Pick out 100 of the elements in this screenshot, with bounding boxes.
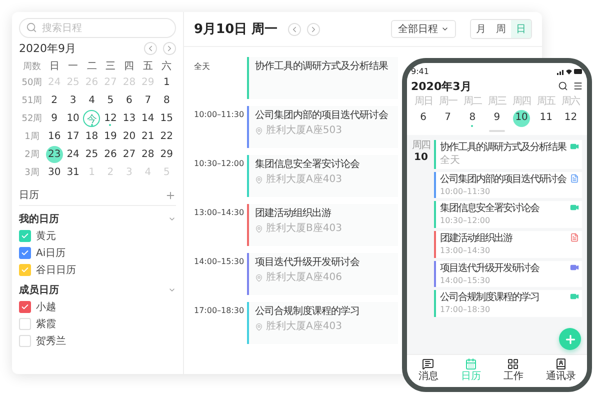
phone-day[interactable]: 12 (562, 110, 580, 127)
phone-event-card[interactable]: 项目迭代升级开发研讨会 14:00–15:30 (434, 260, 582, 288)
video-icon (570, 142, 579, 151)
search-icon[interactable] (558, 81, 568, 92)
calendar-day[interactable]: 19 (102, 128, 119, 145)
phone-event-card[interactable]: 团建活动组织出游 13:00–14:30 (434, 230, 582, 258)
agenda-weekday: 周四 (412, 140, 430, 152)
calendar-day[interactable]: 23 (46, 146, 63, 163)
event-card[interactable]: 协作工具的调研方式及分析结果 (247, 57, 398, 99)
phone-day[interactable]: 6 (414, 110, 432, 127)
calendar-day[interactable]: 13 (120, 110, 138, 127)
calendar-day[interactable]: 8 (158, 92, 176, 109)
next-month-button[interactable] (163, 42, 176, 55)
calendar-day[interactable]: 21 (139, 128, 156, 145)
grid-icon (507, 358, 520, 370)
check-icon (21, 249, 29, 257)
menu-icon[interactable] (573, 81, 583, 92)
weekday-label: 六 (162, 60, 172, 73)
section-title: 成员日历 (19, 284, 59, 297)
calendar-icon (464, 358, 477, 370)
search-field[interactable]: 搜索日程 (19, 18, 176, 38)
phone-day[interactable]: 8 (464, 110, 481, 127)
event-card[interactable]: 团建活动组织出游 胜利大厦B座403 (247, 204, 398, 246)
video-icon (570, 292, 579, 302)
tab-bar-item[interactable]: 工作 (503, 358, 524, 383)
phone-event-card[interactable]: 协作工具的调研方式及分析结果 全天 (434, 140, 582, 169)
event-title: 协作工具的调研方式及分析结果 (255, 61, 389, 73)
previous-month-button[interactable] (144, 42, 157, 55)
phone-day[interactable]: 10 (513, 110, 530, 127)
calendar-day[interactable]: 7 (139, 92, 156, 109)
calendar-name: 小越 (36, 300, 56, 314)
calendar-day[interactable]: 29 (158, 146, 176, 163)
filter-dropdown[interactable]: 全部日程 (391, 20, 456, 38)
section-title: 我的日历 (19, 212, 59, 226)
collapse-caret-icon[interactable] (168, 286, 176, 294)
calendar-day[interactable]: 30 (46, 164, 63, 181)
weekday-label: 五 (142, 60, 153, 73)
message-icon (422, 358, 434, 370)
week-number: 51周 (22, 95, 42, 107)
calendar-day[interactable]: 16 (46, 128, 63, 145)
calendar-day[interactable]: 2 (46, 92, 63, 109)
event-time: 全天 (440, 154, 461, 167)
calendar-day[interactable]: 27 (120, 146, 138, 163)
previous-day-button[interactable] (288, 22, 301, 36)
event-card[interactable]: 集团信息安全署安讨论会 胜利大厦A座403 (247, 155, 398, 197)
calendar-name: 贺秀兰 (36, 334, 66, 348)
event-location: 胜利大厦A座503 (266, 125, 342, 137)
event-time: 10:30–12:00 (440, 216, 492, 226)
calendar-day[interactable]: 3 (64, 92, 82, 109)
phone-event-card[interactable]: 公司合规制度课程的学习 17:00–18:30 (434, 290, 582, 317)
phone-event-card[interactable]: 公司集团内部的项目迭代研讨会 10:00–11:30 (434, 172, 582, 198)
calendar-day[interactable]: 15 (158, 110, 176, 127)
calendar-day[interactable]: 12 (102, 110, 119, 127)
date-title: 9月10日 周一 (194, 21, 278, 38)
calendar-day[interactable]: 20 (120, 128, 138, 145)
status-icons (557, 68, 583, 76)
phone-day[interactable]: 9 (488, 110, 506, 127)
collapse-caret-icon[interactable] (168, 215, 176, 223)
calendar-day[interactable]: 24 (64, 146, 82, 163)
calendar-day[interactable]: 9 (46, 110, 63, 127)
calendar-checkbox[interactable] (19, 230, 31, 242)
weekday-label: 二 (86, 60, 97, 73)
weekday-label: 周日 (414, 96, 432, 108)
tab-bar-item[interactable]: 通讯录 (546, 358, 576, 383)
tab-bar-item[interactable]: 消息 (418, 358, 438, 383)
video-icon (570, 203, 579, 212)
event-title: 公司合规制度课程的学习 (255, 306, 360, 318)
check-icon (21, 266, 29, 274)
calendar-checkbox[interactable] (19, 301, 31, 313)
location-pin-icon (255, 225, 263, 233)
calendar-day[interactable]: 31 (64, 164, 82, 181)
calendar-day[interactable]: 17 (64, 128, 82, 145)
add-button[interactable] (559, 328, 581, 350)
calendar-checkbox[interactable] (19, 264, 31, 276)
event-card[interactable]: 公司集团内部的项目迭代研讨会 胜利大厦A座503 (247, 106, 398, 148)
calendar-day[interactable]: 4 (83, 92, 100, 109)
calendar-name: 谷日日历 (36, 264, 76, 277)
calendar-day[interactable]: 6 (120, 92, 138, 109)
calendar-day[interactable]: 22 (158, 128, 176, 145)
event-card[interactable]: 公司合规制度课程的学习 胜利大厦A座403 (247, 302, 398, 344)
phone-day[interactable]: 11 (538, 110, 555, 127)
calendar-day[interactable]: 14 (139, 110, 156, 127)
calendar-day[interactable]: 1 (158, 74, 176, 91)
calendar-day[interactable]: 28 (139, 146, 156, 163)
calendar-checkbox[interactable] (19, 247, 31, 259)
calendar-day[interactable]: 18 (83, 128, 100, 145)
calendar-day[interactable]: 10 (64, 110, 82, 127)
week-number: 50周 (22, 77, 42, 89)
document-icon (570, 174, 579, 183)
calendar-day[interactable]: 5 (102, 92, 119, 109)
event-time: 14:00–15:30 (194, 256, 242, 268)
calendar-day[interactable]: 26 (102, 146, 119, 163)
next-day-button[interactable] (306, 22, 320, 36)
phone-day[interactable]: 7 (439, 110, 456, 127)
phone-event-card[interactable]: 集团信息安全署安讨论会 10:30–12:00 (434, 201, 582, 228)
add-icon[interactable] (165, 190, 176, 200)
event-card[interactable]: 项目迭代升级开发研讨会 胜利大厦A座406 (247, 253, 398, 295)
phone-month-title: 2020年3月 (411, 80, 472, 93)
event-title: 协作工具的调研方式及分析结果 (440, 142, 568, 154)
calendar-day[interactable]: 25 (83, 146, 100, 163)
